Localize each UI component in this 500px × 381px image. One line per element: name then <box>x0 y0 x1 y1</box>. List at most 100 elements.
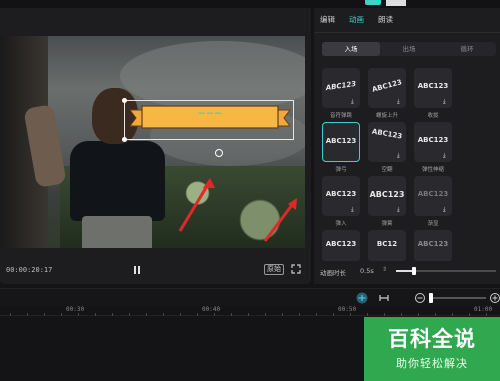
watermark-subtitle: 助你轻松解决 <box>396 357 468 370</box>
tick-label: 00:40 <box>202 306 221 313</box>
preset-card-selected[interactable]: ABC123 <box>322 122 360 162</box>
download-icon: ⤓ <box>397 206 400 213</box>
zoom-out-icon[interactable] <box>414 292 426 304</box>
tick-label: 00:50 <box>338 306 357 313</box>
preset-label: 弹入 <box>335 221 347 227</box>
preset-card[interactable]: ABC123 ⤓ <box>414 176 452 216</box>
magnet-icon[interactable] <box>356 292 368 304</box>
ruler-tick <box>248 313 249 316</box>
pause-icon[interactable] <box>130 264 144 276</box>
ruler-tick <box>435 313 436 316</box>
property-panel: 编辑 动画 朗读 入场 出场 循环 ABC123 ⤓ 音符弹跳 ABC123 ⤓… <box>314 8 500 284</box>
tick-label: 00:30 <box>66 306 85 313</box>
fullscreen-icon[interactable] <box>291 264 301 274</box>
ruler-tick <box>163 313 164 316</box>
zoom-slider[interactable] <box>430 297 486 299</box>
rotate-handle[interactable] <box>215 149 223 157</box>
preset-label: 渐显 <box>427 221 439 227</box>
preset-card[interactable]: BC12 <box>368 230 406 262</box>
timeline-toolbar <box>0 288 500 306</box>
ruler-tick <box>282 313 283 316</box>
ruler-tick <box>61 313 62 316</box>
preset-label: 弹性伸缩 <box>421 167 444 173</box>
ruler-tick <box>384 313 385 316</box>
divider <box>314 32 500 33</box>
watermark-logo: 百科全说 助你轻松解决 <box>364 317 500 381</box>
tab-read-aloud[interactable]: 朗读 <box>378 14 393 25</box>
animation-duration-row: 动画时长 0.5s ⇕ <box>314 261 500 281</box>
menu-button[interactable] <box>386 0 406 6</box>
ruler-tick <box>265 313 266 316</box>
ruler-tick <box>231 313 232 316</box>
duration-label: 动画时长 <box>320 269 346 277</box>
ruler-tick <box>486 313 487 316</box>
preset-card[interactable]: ABC123 ⤓ <box>368 176 406 216</box>
preset-label: 弹簧 <box>381 221 393 227</box>
preset-label: 空翻 <box>381 167 393 173</box>
preset-card[interactable]: ABC123 ⤓ <box>322 176 360 216</box>
download-icon: ⤓ <box>351 206 354 213</box>
player-controls: 00:00:20:17 原始 <box>0 256 311 284</box>
current-time: 00:00:20:17 <box>6 266 53 274</box>
preset-card[interactable]: ABC123 <box>322 230 360 262</box>
subtab-in[interactable]: 入场 <box>322 42 380 56</box>
download-icon: ⤓ <box>443 98 446 105</box>
preset-card[interactable]: ABC123 ⤓ <box>368 68 406 108</box>
tab-edit[interactable]: 编辑 <box>320 14 335 25</box>
zoom-in-icon[interactable] <box>489 292 500 304</box>
text-sticker-label: ~~~ <box>197 108 223 119</box>
boy-figure <box>70 141 165 221</box>
preset-card[interactable]: ABC123 ⤓ <box>368 122 406 162</box>
red-arrows <box>178 178 297 242</box>
watermark-title: 百科全说 <box>388 327 476 351</box>
ruler-tick <box>469 313 470 316</box>
ruler-tick <box>10 313 11 316</box>
preset-label: 音符弹跳 <box>329 113 352 119</box>
ruler-tick <box>452 313 453 316</box>
duration-slider[interactable] <box>396 267 496 275</box>
zoom-slider-knob[interactable] <box>429 293 433 303</box>
resize-handle[interactable] <box>122 98 127 103</box>
download-icon: ⤓ <box>397 98 400 105</box>
split-link-icon[interactable] <box>378 292 390 304</box>
preset-card[interactable]: ABC123 <box>414 230 452 262</box>
resize-handle[interactable] <box>122 137 127 142</box>
tab-animation[interactable]: 动画 <box>349 14 364 25</box>
top-bar <box>0 0 500 8</box>
preset-label: 弹弓 <box>335 167 347 173</box>
ruler-tick <box>180 313 181 316</box>
preset-label: 螺旋上升 <box>375 113 398 119</box>
ratio-button[interactable]: 原始 <box>264 264 284 275</box>
video-preview[interactable] <box>0 36 305 248</box>
ruler-tick <box>95 313 96 316</box>
ruler-tick <box>333 313 334 316</box>
subtab-out[interactable]: 出场 <box>380 42 438 56</box>
ruler-tick <box>112 313 113 316</box>
download-icon: ⤓ <box>443 206 446 213</box>
ruler-tick <box>78 313 79 316</box>
ruler-tick <box>299 313 300 316</box>
panel-tabs: 编辑 动画 朗读 <box>320 14 393 25</box>
export-button[interactable] <box>365 0 381 5</box>
duration-slider-knob[interactable] <box>412 267 416 275</box>
download-icon: ⤓ <box>397 152 400 159</box>
download-icon: ⤓ <box>443 152 446 159</box>
animation-subtabs: 入场 出场 循环 <box>322 42 496 56</box>
preset-card[interactable]: ABC123 ⤓ <box>414 68 452 108</box>
player-panel: ~~~ 00:00:20:17 原始 <box>0 8 311 284</box>
ruler-tick <box>401 313 402 316</box>
preset-card[interactable]: ABC123 ⤓ <box>414 122 452 162</box>
subtab-loop[interactable]: 循环 <box>438 42 496 56</box>
duration-value[interactable]: 0.5s <box>360 267 374 275</box>
ruler-tick <box>44 313 45 316</box>
stepper-icon[interactable]: ⇕ <box>382 266 387 273</box>
preset-card[interactable]: ABC123 ⤓ <box>322 68 360 108</box>
ruler-tick <box>197 313 198 316</box>
tick-label: 01:00 <box>474 306 493 313</box>
timeline-ruler[interactable]: 00:30 00:40 00:50 01:00 <box>0 306 500 316</box>
ruler-tick <box>214 313 215 316</box>
ruler-tick <box>418 313 419 316</box>
ruler-tick <box>316 313 317 316</box>
download-icon: ⤓ <box>351 98 354 105</box>
ruler-tick <box>27 313 28 316</box>
